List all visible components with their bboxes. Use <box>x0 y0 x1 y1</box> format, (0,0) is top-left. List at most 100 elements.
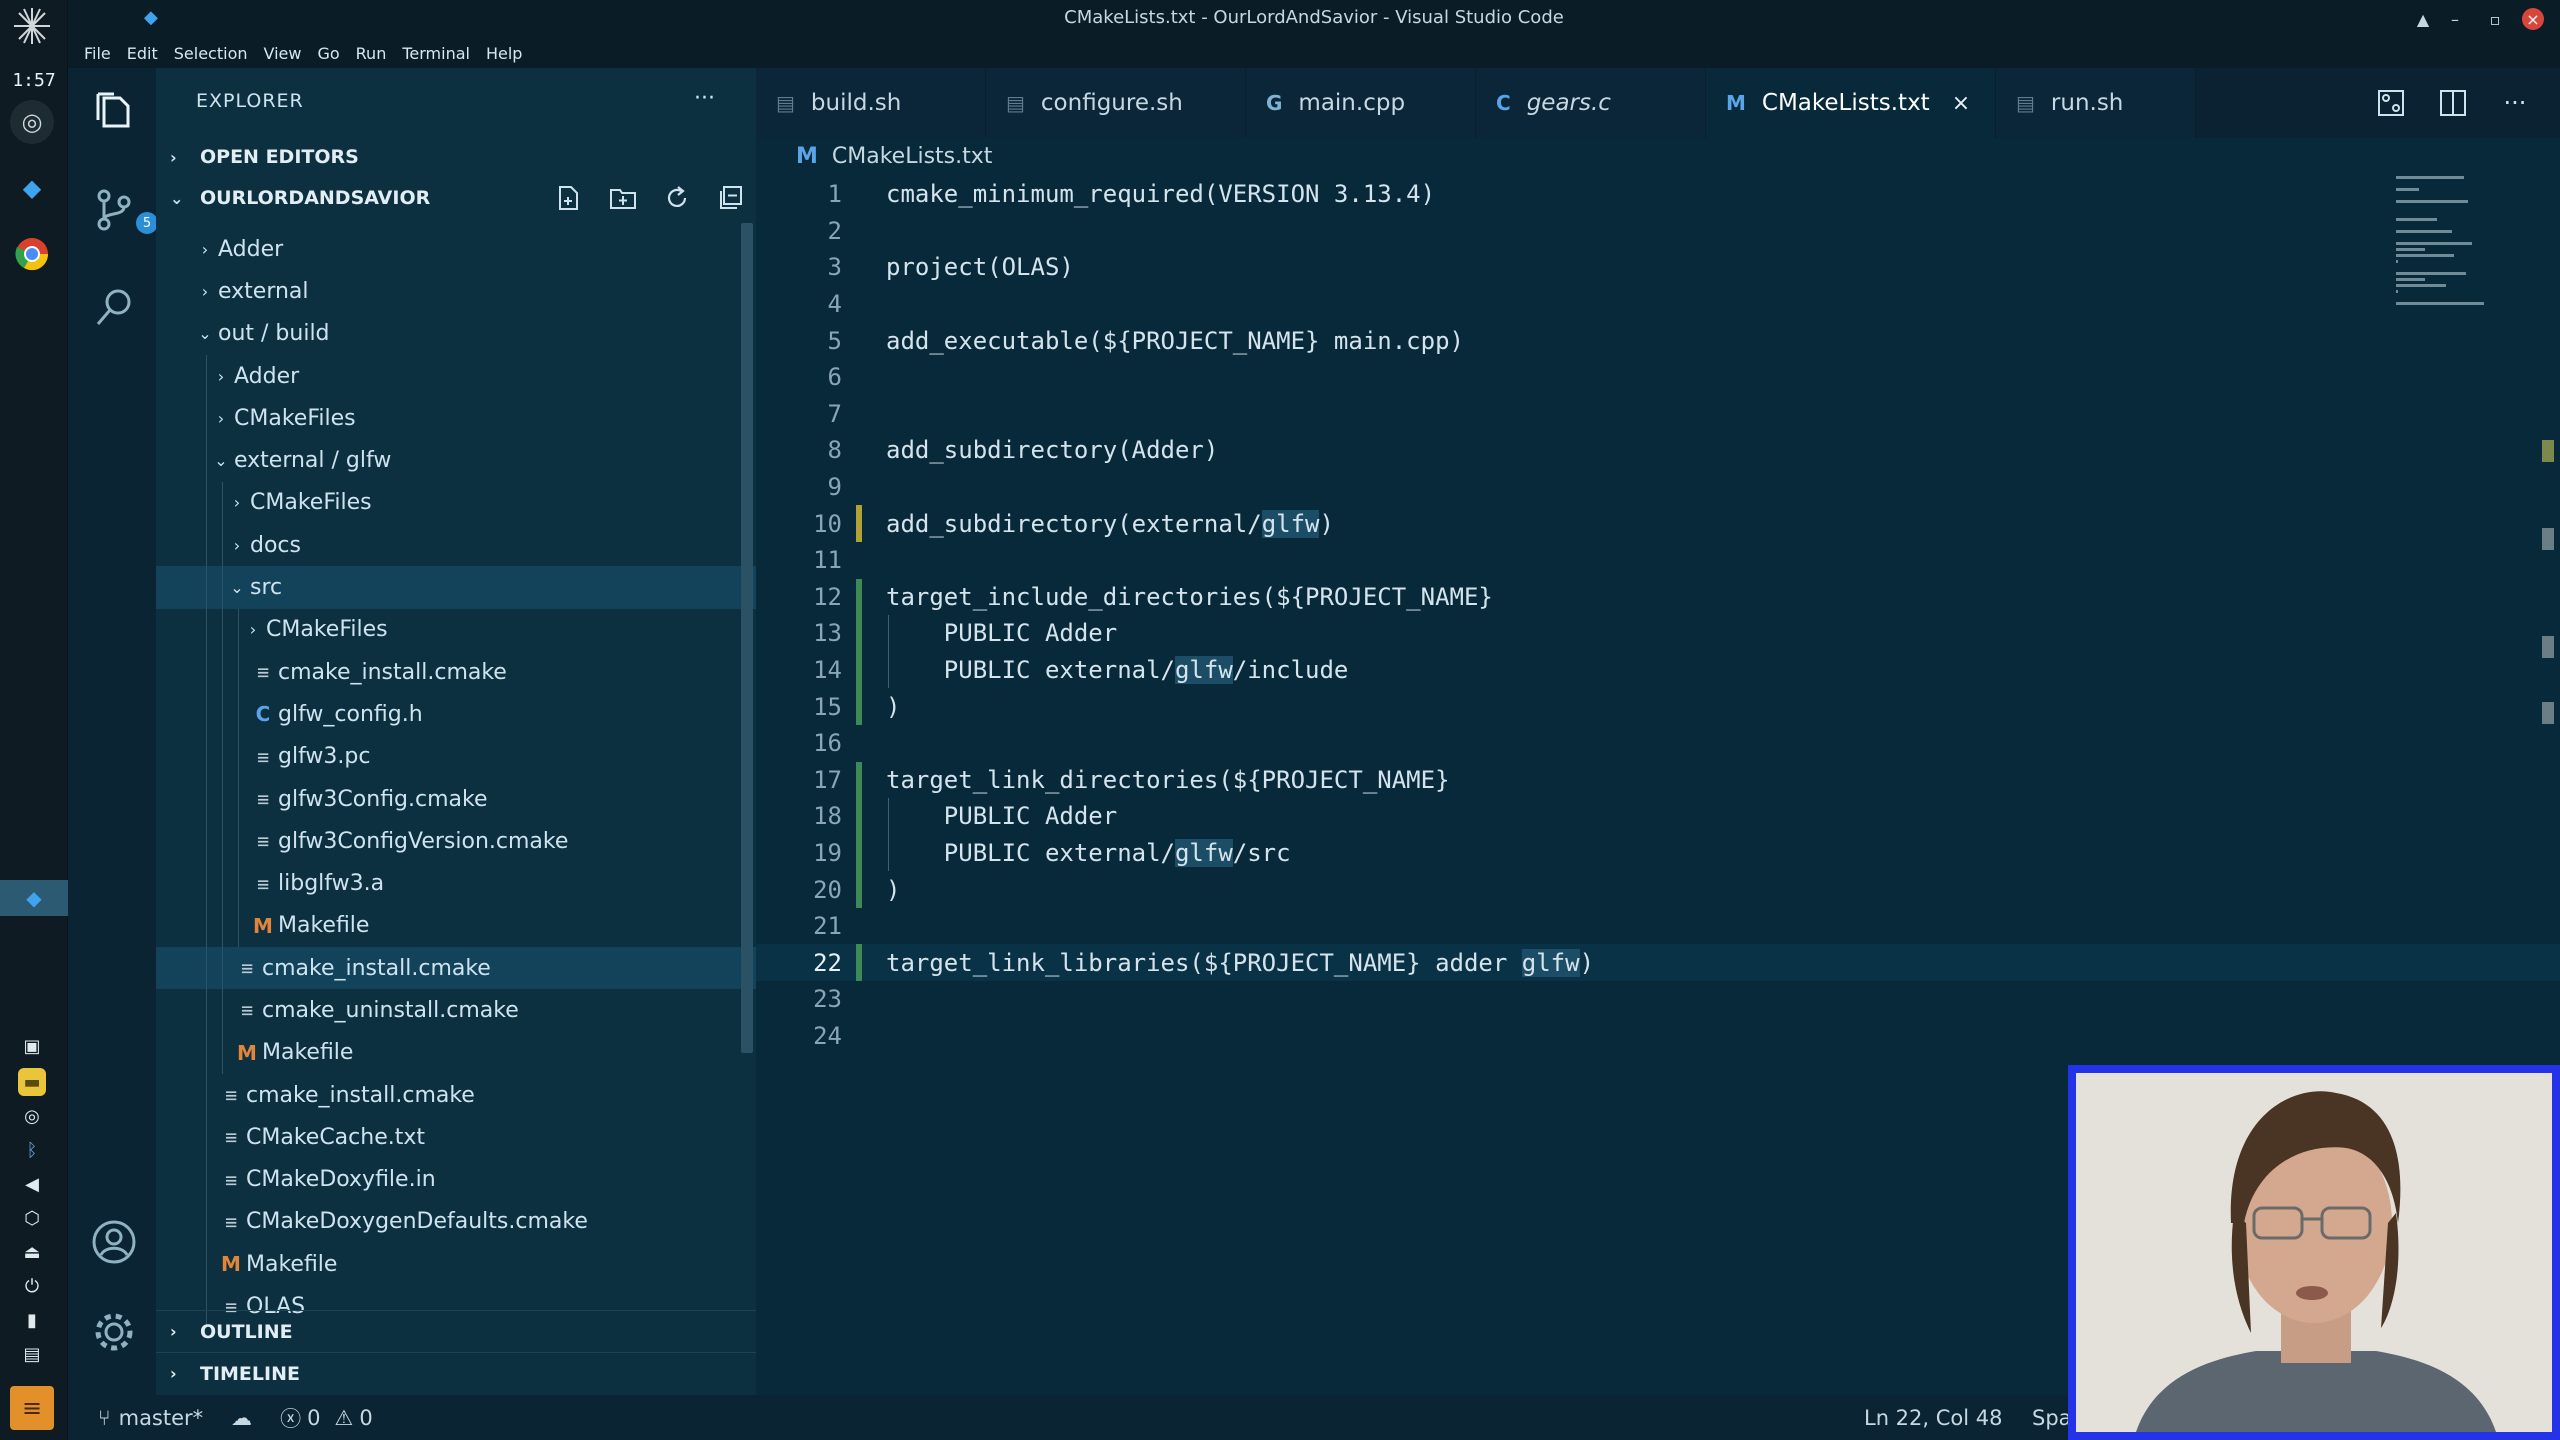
menu-view[interactable]: View <box>264 44 302 63</box>
tree-folder[interactable]: ⌄ out / build <box>156 313 756 355</box>
tree-file[interactable]: M Makefile <box>156 1243 756 1286</box>
source-control-icon[interactable]: 5 <box>90 186 158 234</box>
tree-file[interactable]: ≡ glfw3Config.cmake <box>156 777 756 821</box>
code-editor[interactable]: 1 cmake_minimum_required(VERSION 3.13.4) 2… <box>756 176 2560 1054</box>
code-line[interactable]: 20) <box>756 871 2560 908</box>
branch-status[interactable]: ⑂ master* <box>98 1406 203 1430</box>
maximize-icon[interactable]: ▫ <box>2484 8 2506 30</box>
code-line[interactable]: 24 <box>756 1018 2560 1055</box>
tree-file[interactable]: M Makefile <box>156 1031 756 1074</box>
code-line[interactable]: 17 target_link_directories(${PROJECT_NAME… <box>756 761 2560 799</box>
code-line[interactable]: 11 <box>756 542 2560 579</box>
menu-go[interactable]: Go <box>317 44 339 63</box>
code-line[interactable]: 23 <box>756 981 2560 1018</box>
code-line[interactable]: 19 PUBLIC external/glfw/src <box>756 834 2560 872</box>
keep-above-icon[interactable]: ▲ <box>2412 8 2434 30</box>
menu-file[interactable]: File <box>84 44 111 63</box>
explorer-scrollbar[interactable] <box>741 223 753 1053</box>
active-window-icon[interactable]: ◆ <box>0 880 68 916</box>
network-icon[interactable]: ▣ <box>18 1032 46 1060</box>
account-icon[interactable] <box>90 1218 138 1266</box>
search-icon[interactable] <box>90 284 138 332</box>
signal-icon[interactable]: ▮ <box>18 1306 46 1334</box>
os-menu-icon[interactable] <box>10 4 54 48</box>
tree-file[interactable]: ≡ cmake_install.cmake <box>156 650 756 694</box>
more-actions-icon[interactable]: ··· <box>2498 86 2532 120</box>
volume-icon[interactable]: ◀ <box>18 1170 46 1198</box>
code-line[interactable]: 2 <box>756 213 2560 250</box>
outline-section[interactable]: › OUTLINE <box>156 1310 756 1352</box>
tree-folder[interactable]: › CMakeFiles <box>156 397 756 440</box>
code-line[interactable]: 18 PUBLIC Adder <box>756 798 2560 835</box>
tab-configure-sh[interactable]: ▤ configure.sh <box>986 68 1246 138</box>
power-icon[interactable]: ⏻ <box>18 1272 46 1300</box>
steam-tray-icon[interactable]: ◎ <box>18 1102 46 1130</box>
close-window-icon[interactable]: × <box>2522 8 2544 30</box>
code-line[interactable]: 9 <box>756 469 2560 506</box>
problems-status[interactable]: ⓧ 0 ⚠ 0 <box>280 1403 373 1433</box>
code-line[interactable]: 5 add_executable(${PROJECT_NAME} main.cpp… <box>756 322 2560 359</box>
code-line[interactable]: 6 <box>756 359 2560 396</box>
tree-file[interactable]: ≡ CMakeDoxyfile.in <box>156 1158 756 1201</box>
close-tab-icon[interactable]: × <box>1952 91 1970 116</box>
code-line[interactable]: 13 PUBLIC Adder <box>756 615 2560 652</box>
code-line[interactable]: 15) <box>756 688 2560 725</box>
code-line[interactable]: 22 target_link_libraries(${PROJECT_NAME} … <box>756 944 2560 982</box>
bluetooth-icon[interactable]: ᛒ <box>18 1136 46 1164</box>
eject-icon[interactable]: ⏏ <box>18 1238 46 1266</box>
new-folder-icon[interactable] <box>608 183 638 213</box>
tab-gears-c[interactable]: Cgears.c <box>1476 68 1706 138</box>
tree-folder[interactable]: › Adder <box>156 228 756 270</box>
workspace-section[interactable]: ⌄ OURLORDANDSAVIOR <box>156 179 756 217</box>
indentation-status[interactable]: Spa <box>2032 1395 2072 1440</box>
tree-folder[interactable]: › CMakeFiles <box>156 608 756 651</box>
open-editors-section[interactable]: › OPEN EDITORS <box>156 138 756 176</box>
sync-icon[interactable]: ☁ <box>231 1406 252 1430</box>
clipboard-icon[interactable]: ▤ <box>18 1340 46 1368</box>
code-line[interactable]: 3 project(OLAS) <box>756 249 2560 286</box>
new-file-icon[interactable] <box>554 183 584 213</box>
tree-file[interactable]: ≡ cmake_uninstall.cmake <box>156 989 756 1032</box>
split-editor-icon[interactable] <box>2436 86 2470 120</box>
tree-folder[interactable]: ⌄ external / glfw <box>156 439 756 482</box>
tree-folder[interactable]: ⌄ src <box>156 566 756 609</box>
explorer-icon[interactable] <box>90 88 138 136</box>
code-line[interactable]: 12 target_include_directories(${PROJECT_N… <box>756 578 2560 616</box>
tree-file[interactable]: ≡ CMakeDoxygenDefaults.cmake <box>156 1200 756 1244</box>
tree-file[interactable]: ≡ glfw3ConfigVersion.cmake <box>156 820 756 863</box>
breadcrumb[interactable]: M CMakeLists.txt <box>796 144 992 169</box>
settings-gear-icon[interactable] <box>90 1308 138 1356</box>
tab-run-sh[interactable]: ▤ run.sh <box>1996 68 2196 138</box>
menu-help[interactable]: Help <box>486 44 522 63</box>
folder-icon[interactable]: ▬ <box>18 1068 46 1096</box>
tab-build-sh[interactable]: ▤ build.sh <box>756 68 986 138</box>
chrome-icon[interactable] <box>10 232 54 276</box>
tree-file[interactable]: ≡ CMakeCache.txt <box>156 1116 756 1159</box>
cursor-position[interactable]: Ln 22, Col 48 <box>1864 1395 2003 1440</box>
tab-cmakelists-txt[interactable]: M CMakeLists.txt × <box>1706 68 1996 138</box>
tree-folder[interactable]: › external <box>156 270 756 312</box>
code-line[interactable]: 21 <box>756 908 2560 945</box>
code-line[interactable]: 7 <box>756 396 2560 433</box>
tab-main-cpp[interactable]: Gmain.cpp <box>1246 68 1476 138</box>
notes-icon[interactable]: ≡ <box>10 1386 54 1430</box>
tree-folder[interactable]: › docs <box>156 524 756 567</box>
package-icon[interactable]: ⬡ <box>18 1204 46 1232</box>
explorer-more-icon[interactable]: ··· <box>694 86 715 111</box>
menu-edit[interactable]: Edit <box>127 44 158 63</box>
tree-file[interactable]: ≡ libglfw3.a <box>156 862 756 905</box>
tree-file[interactable]: M Makefile <box>156 904 756 948</box>
menu-run[interactable]: Run <box>356 44 387 63</box>
code-line[interactable]: 4 <box>756 286 2560 323</box>
code-line[interactable]: 8 add_subdirectory(Adder) <box>756 432 2560 469</box>
vscode-icon[interactable]: ◆ <box>10 166 54 210</box>
code-line[interactable]: 14 PUBLIC external/glfw/include <box>756 651 2560 689</box>
refresh-icon[interactable] <box>662 183 692 213</box>
collapse-all-icon[interactable] <box>716 183 746 213</box>
tree-file[interactable]: ≡ cmake_install.cmake <box>156 947 756 990</box>
tree-file[interactable]: Cglfw_config.h <box>156 693 756 736</box>
menu-selection[interactable]: Selection <box>174 44 248 63</box>
minimize-icon[interactable]: – <box>2444 8 2466 30</box>
minimap[interactable] <box>2396 176 2506 305</box>
timeline-section[interactable]: › TIMELINE <box>156 1352 756 1394</box>
